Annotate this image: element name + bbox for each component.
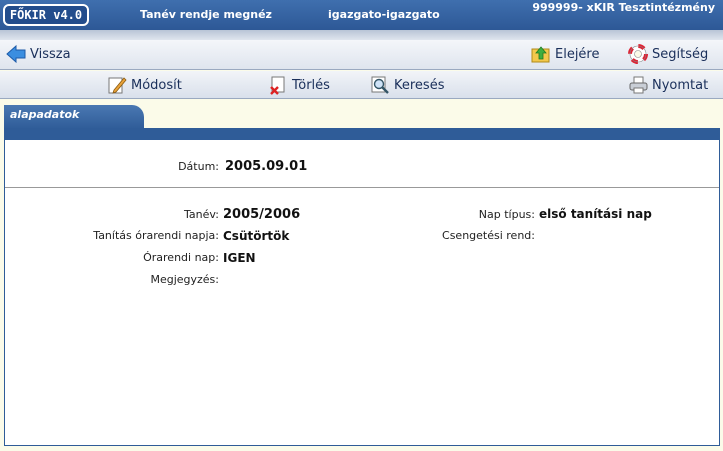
note-label: Megjegyzés: <box>150 273 219 286</box>
search-button[interactable]: Keresés <box>370 75 444 95</box>
magnifier-icon <box>370 75 390 95</box>
delete-button[interactable]: Törlés <box>268 75 330 95</box>
back-label: Vissza <box>30 46 71 62</box>
printer-icon <box>628 75 648 95</box>
day-type-value: első tanítási nap <box>539 207 652 221</box>
print-button[interactable]: Nyomtat <box>628 75 708 95</box>
print-label: Nyomtat <box>652 77 709 93</box>
delete-doc-icon <box>268 75 288 95</box>
top-label: Elejére <box>555 46 600 62</box>
timetable-flag-label: Órarendi nap: <box>143 251 219 264</box>
app-logo: FŐKIR v4.0 <box>3 4 89 26</box>
title-bar-shadow <box>0 30 723 40</box>
delete-label: Törlés <box>292 77 330 93</box>
divider <box>5 187 719 188</box>
timetable-day-label: Tanítás órarendi napja: <box>93 229 219 242</box>
search-label: Keresés <box>394 77 445 93</box>
title-bar: FŐKIR v4.0 Tanév rendje megnéz igazgato-… <box>0 0 723 30</box>
bell-label: Csengetési rend: <box>442 229 535 242</box>
year-value: 2005/2006 <box>223 207 301 222</box>
top-button[interactable]: Elejére <box>531 44 600 64</box>
lifebuoy-icon <box>628 44 648 64</box>
back-button[interactable]: Vissza <box>6 44 71 64</box>
timetable-day-value: Csütörtök <box>223 229 290 243</box>
action-toolbar: Módosít Törlés Keresés Nyomtat <box>0 71 723 99</box>
help-label: Segítség <box>652 46 709 62</box>
institution-name: 999999- xKIR Tesztintézmény <box>532 1 715 14</box>
details-panel: Dátum: 2005.09.01 Tanév: 2005/2006 Tanít… <box>4 128 720 446</box>
help-button[interactable]: Segítség <box>628 44 708 64</box>
date-value: 2005.09.01 <box>225 159 308 174</box>
arrow-left-icon <box>6 44 26 64</box>
page-title: Tanév rendje megnéz <box>140 8 272 21</box>
edit-label: Módosít <box>131 77 182 93</box>
timetable-flag-value: IGEN <box>223 251 256 265</box>
edit-button[interactable]: Módosít <box>107 75 182 95</box>
pencil-icon <box>107 75 127 95</box>
folder-up-icon <box>531 44 551 64</box>
date-label: Dátum: <box>178 160 219 173</box>
year-label: Tanév: <box>184 208 219 221</box>
day-type-label: Nap típus: <box>478 208 535 221</box>
user-name: igazgato-igazgato <box>328 8 440 21</box>
nav-toolbar: Vissza Elejére Segítség <box>0 40 723 70</box>
tab-alapadatok[interactable]: alapadatok <box>4 105 144 129</box>
